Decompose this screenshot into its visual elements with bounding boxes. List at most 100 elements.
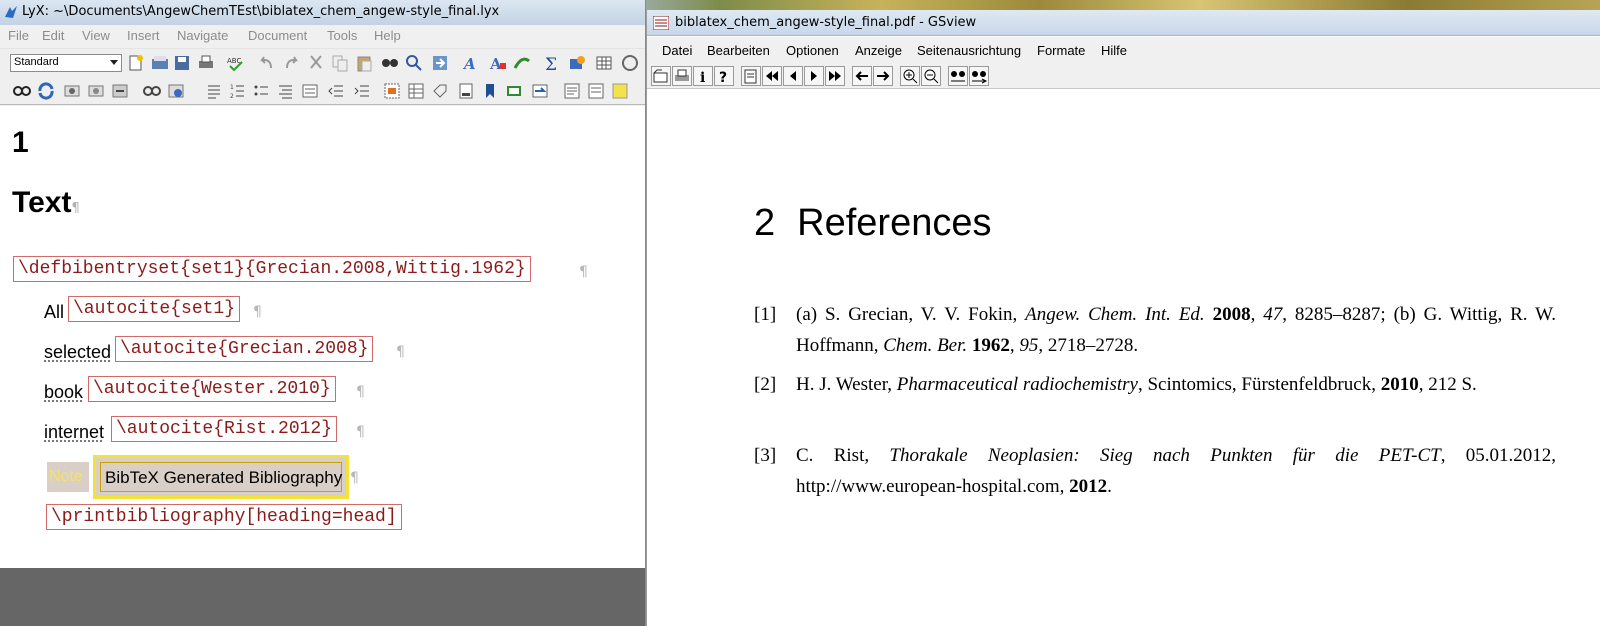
redo-icon[interactable]	[282, 53, 302, 73]
footnote-icon[interactable]	[456, 81, 476, 101]
navigate-icon[interactable]	[430, 53, 450, 73]
paste-icon[interactable]	[354, 53, 374, 73]
menu-insert[interactable]: Insert	[127, 28, 160, 43]
search-icon[interactable]	[404, 53, 424, 73]
note-icon[interactable]	[562, 81, 582, 101]
decrease-depth-icon[interactable]	[326, 81, 346, 101]
menu-tools[interactable]: Tools	[327, 28, 357, 43]
ert-printbibliography[interactable]: \printbibliography[heading=head]	[46, 504, 402, 530]
back-icon[interactable]	[852, 66, 872, 86]
reference-text-run: Chem. Ber.	[883, 335, 968, 356]
ert-defbibentryset[interactable]: \defbibentryset{set1}{Grecian.2008,Witti…	[13, 256, 531, 282]
description-list-icon[interactable]	[276, 81, 296, 101]
bullet-list-icon[interactable]	[252, 81, 272, 101]
cut-icon[interactable]	[306, 53, 326, 73]
gsview-title-bar[interactable]: biblatex_chem_angew-style_final.pdf - GS…	[647, 10, 1600, 36]
menu-datei[interactable]: Datei	[662, 43, 692, 58]
menu-bearbeiten[interactable]: Bearbeiten	[707, 43, 770, 58]
paragraph-label-all: All	[44, 302, 65, 322]
toggle-changes-icon[interactable]	[142, 81, 162, 101]
reference-text: (a) S. Grecian, V. V. Fokin, Angew. Chem…	[796, 299, 1556, 361]
menu-help[interactable]: Help	[374, 28, 401, 43]
find-icon[interactable]	[948, 66, 968, 86]
undo-icon[interactable]	[256, 53, 276, 73]
pilcrow-mark: ¶	[579, 264, 588, 280]
print-icon[interactable]	[196, 53, 216, 73]
export-icon[interactable]	[110, 81, 130, 101]
font-icon[interactable]: A	[462, 53, 482, 73]
insert-table-icon[interactable]	[594, 53, 614, 73]
references-heading: 2 References	[754, 202, 991, 245]
track-changes-icon[interactable]	[166, 81, 186, 101]
print-icon[interactable]	[672, 66, 692, 86]
insert-graphics-icon[interactable]	[568, 53, 588, 73]
ert-autocite-rist[interactable]: \autocite{Rist.2012}	[111, 416, 338, 442]
spellcheck-icon[interactable]: ABC	[226, 53, 246, 73]
view-other-icon[interactable]	[62, 81, 82, 101]
increase-depth-icon[interactable]	[352, 81, 372, 101]
find-icon[interactable]	[380, 53, 400, 73]
math-sum-icon[interactable]: Σ	[542, 53, 562, 73]
refresh-icon[interactable]	[36, 81, 56, 101]
pilcrow-mark: ¶	[350, 470, 359, 486]
menu-optionen[interactable]: Optionen	[786, 43, 839, 58]
ert-autocite-wester[interactable]: \autocite{Wester.2010}	[88, 376, 336, 402]
comment-icon[interactable]	[586, 81, 606, 101]
reference-text-run: H. J. Wester,	[796, 374, 897, 395]
find-next-icon[interactable]	[969, 66, 989, 86]
menu-formate[interactable]: Formate	[1037, 43, 1085, 58]
menu-file[interactable]: File	[8, 28, 29, 43]
section-number: 1	[12, 126, 29, 159]
menu-seitenausrichtung[interactable]: Seitenausrichtung	[917, 43, 1021, 58]
citation-icon[interactable]	[504, 81, 524, 101]
forward-icon[interactable]	[873, 66, 893, 86]
open-icon[interactable]	[150, 53, 170, 73]
next-page-icon[interactable]	[804, 66, 824, 86]
menu-anzeige[interactable]: Anzeige	[855, 43, 902, 58]
zoom-in-icon[interactable]	[900, 66, 920, 86]
menu-edit[interactable]: Edit	[42, 28, 64, 43]
update-view-icon[interactable]	[86, 81, 106, 101]
open-icon[interactable]	[651, 66, 671, 86]
zoom-out-icon[interactable]	[921, 66, 941, 86]
help-icon[interactable]: ?	[714, 66, 734, 86]
menu-hilfe[interactable]: Hilfe	[1101, 43, 1127, 58]
menu-navigate[interactable]: Navigate	[177, 28, 228, 43]
info-icon[interactable]: i	[693, 66, 713, 86]
ert-autocite-grecian[interactable]: \autocite{Grecian.2008}	[115, 336, 374, 362]
page-select-icon[interactable]	[741, 66, 761, 86]
paragraph-style-value: Standard	[14, 56, 59, 68]
first-page-icon[interactable]	[762, 66, 782, 86]
label-icon[interactable]	[430, 81, 450, 101]
reference-text-run: (a) S. Grecian, V. V. Fokin,	[796, 304, 1026, 325]
list-icon[interactable]	[204, 81, 224, 101]
last-page-icon[interactable]	[825, 66, 845, 86]
pilcrow-mark: ¶	[396, 344, 405, 360]
menu-document[interactable]: Document	[248, 28, 307, 43]
ert-autocite-set1[interactable]: \autocite{set1}	[68, 296, 241, 322]
toolbar-overflow-icon[interactable]	[620, 53, 640, 73]
prev-page-icon[interactable]	[783, 66, 803, 86]
bibliography-inset[interactable]: BibTeX Generated Bibliography	[93, 455, 349, 499]
sticky-note-icon[interactable]	[610, 81, 630, 101]
paragraph-style-select[interactable]: Standard	[10, 54, 122, 72]
menu-view[interactable]: View	[82, 28, 110, 43]
pilcrow-mark: ¶	[356, 384, 365, 400]
lyx-document-area[interactable]: 1 Text¶ \defbibentryset{set1}{Grecian.20…	[0, 106, 645, 568]
copy-icon[interactable]	[330, 53, 350, 73]
gsview-menubar: Datei Bearbeiten Optionen Anzeige Seiten…	[647, 37, 1600, 63]
enumerate-icon[interactable]	[300, 81, 320, 101]
update-icon[interactable]	[512, 53, 532, 73]
cross-reference-icon[interactable]	[530, 81, 550, 101]
new-document-icon[interactable]	[126, 53, 146, 73]
text-style-icon[interactable]: A	[488, 53, 508, 73]
lyx-title-bar[interactable]: LyX: ~\Documents\AngewChemTEst\biblatex_…	[0, 0, 645, 25]
bookmark-icon[interactable]	[480, 81, 500, 101]
note-inset-label[interactable]: Note	[47, 462, 89, 492]
pdf-page[interactable]: 2 References [1] (a) S. Grecian, V. V. Fo…	[647, 90, 1600, 626]
insert-float-table-icon[interactable]	[406, 81, 426, 101]
view-icon[interactable]	[12, 81, 32, 101]
insert-figure-icon[interactable]	[382, 81, 402, 101]
numbered-list-icon[interactable]: 12	[228, 81, 248, 101]
save-icon[interactable]	[172, 53, 192, 73]
